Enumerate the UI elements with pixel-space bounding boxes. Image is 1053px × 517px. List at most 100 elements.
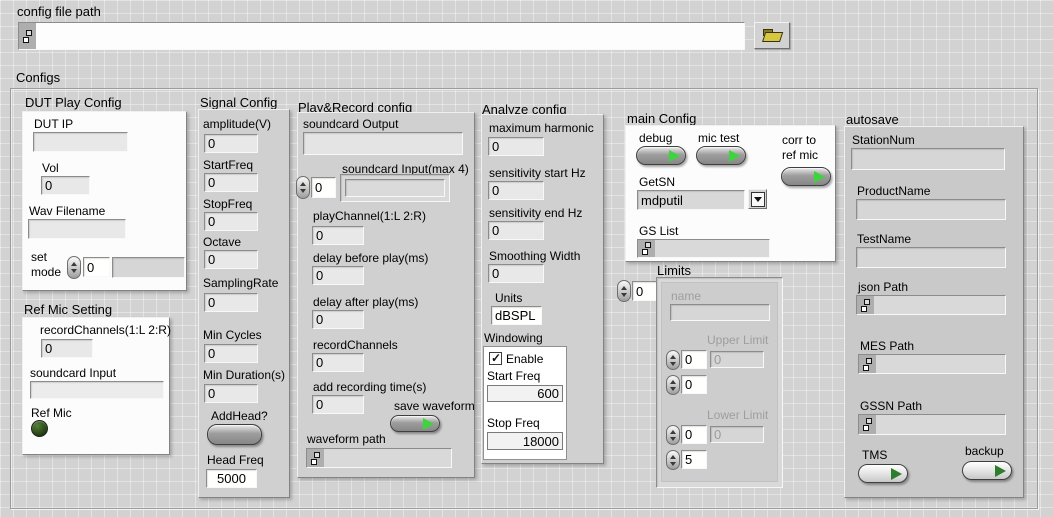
head-freq-input[interactable]: 5000 [206, 469, 257, 488]
startfreq-label: StartFreq [203, 158, 253, 172]
save-waveform-switch[interactable] [390, 415, 440, 432]
set-mode-input[interactable]: 0 [83, 257, 110, 277]
maximum-harmonic-input[interactable]: 0 [488, 137, 544, 156]
amplitude-input[interactable]: 0 [204, 134, 258, 153]
set-mode-label-line1: set [31, 250, 47, 264]
set-mode-label-line2: mode [31, 265, 61, 279]
sensitivity-start-input[interactable]: 0 [488, 181, 544, 200]
recordchannels-input[interactable]: 0 [312, 353, 364, 372]
wav-filename-input[interactable] [28, 219, 126, 239]
dut-play-config-title: DUT Play Config [25, 95, 122, 110]
addhead-button[interactable] [207, 424, 262, 445]
productname-input[interactable] [856, 199, 1006, 220]
mes-path-control [858, 354, 1006, 374]
samplingrate-input[interactable]: 0 [204, 293, 258, 312]
upper-limit-display: 0 [710, 351, 764, 368]
vol-input[interactable]: 0 [41, 176, 90, 195]
head-freq-label: Head Freq [207, 453, 264, 467]
path-icon [861, 299, 870, 312]
soundcard-input-element[interactable] [345, 179, 445, 197]
record-channels-label: recordChannels(1:L 2:R) [40, 323, 171, 337]
green-arrow-icon [814, 171, 825, 183]
debug-switch[interactable] [636, 146, 686, 165]
config-file-path-input[interactable] [36, 23, 744, 49]
mes-path-label: MES Path [860, 339, 914, 353]
min-duration-input[interactable]: 0 [204, 384, 258, 403]
waveform-path-input[interactable] [324, 449, 451, 467]
dut-ip-input[interactable] [33, 132, 128, 152]
samplingrate-label: SamplingRate [203, 276, 278, 290]
corr-to-ref-mic-switch[interactable] [781, 167, 831, 186]
browse-button[interactable] [754, 22, 790, 49]
limits-index-input[interactable]: 0 [632, 281, 658, 301]
upper-limit-spinner-a[interactable] [666, 350, 680, 370]
add-recording-time-input[interactable]: 0 [312, 395, 364, 414]
amplitude-label: amplitude(V) [203, 117, 271, 131]
getsn-label: GetSN [639, 175, 675, 189]
window-start-freq-input[interactable]: 600 [487, 385, 563, 402]
path-type-strip [859, 355, 876, 373]
json-path-input[interactable] [874, 296, 1005, 314]
json-path-label: json Path [858, 280, 908, 294]
lower-limit-label: Lower Limit [707, 408, 768, 422]
getsn-combo[interactable]: mdputil [637, 190, 745, 210]
units-label: Units [495, 291, 522, 305]
soundcard-input-index-spinner[interactable] [296, 176, 310, 199]
stationnum-input[interactable] [851, 148, 1005, 170]
startfreq-input[interactable]: 0 [204, 173, 258, 192]
backup-label: backup [965, 444, 1004, 458]
set-mode-spinner[interactable] [67, 256, 81, 279]
upper-limit-spin-b-value[interactable]: 0 [681, 375, 707, 394]
record-channels-input[interactable]: 0 [41, 339, 93, 358]
testname-input[interactable] [856, 247, 1006, 268]
min-cycles-input[interactable]: 0 [204, 344, 258, 363]
mic-test-switch[interactable] [696, 146, 746, 165]
delay-after-play-input[interactable]: 0 [312, 310, 364, 329]
path-type-strip [307, 449, 324, 467]
limit-name-input [670, 304, 770, 321]
mes-path-input[interactable] [876, 355, 1005, 373]
gssn-path-input[interactable] [876, 415, 1005, 434]
waveform-path-control [306, 448, 452, 468]
lower-limit-display: 0 [710, 426, 764, 443]
green-arrow-icon [995, 465, 1006, 477]
tms-switch[interactable] [858, 464, 908, 483]
lower-limit-spinner-b[interactable] [666, 450, 680, 470]
lower-limit-spin-b-value[interactable]: 5 [681, 450, 707, 469]
upper-limit-spinner-b[interactable] [666, 375, 680, 395]
backup-switch[interactable] [962, 461, 1012, 480]
vol-label: Vol [42, 161, 59, 175]
green-arrow-icon [729, 150, 740, 162]
windowing-label: Windowing [484, 331, 543, 345]
tms-label: TMS [862, 448, 887, 462]
path-type-strip [857, 296, 874, 314]
min-duration-label: Min Duration(s) [203, 368, 285, 382]
playchannel-input[interactable]: 0 [312, 226, 364, 245]
ref-soundcard-input[interactable] [30, 381, 164, 399]
corr-label-line2: ref mic [782, 148, 818, 162]
units-input[interactable]: dBSPL [491, 306, 542, 325]
upper-limit-spin-a-value[interactable]: 0 [681, 350, 707, 369]
path-type-strip [638, 240, 655, 257]
testname-label: TestName [857, 232, 911, 246]
sensitivity-end-input[interactable]: 0 [488, 221, 544, 240]
playchannel-label: playChannel(1:L 2:R) [313, 209, 426, 223]
stopfreq-input[interactable]: 0 [204, 212, 258, 231]
lower-limit-spinner-a[interactable] [666, 425, 680, 445]
octave-input[interactable]: 0 [204, 250, 258, 269]
limits-index-spinner[interactable] [617, 280, 631, 302]
soundcard-output-input[interactable] [303, 132, 463, 155]
stationnum-label: StationNum [852, 133, 915, 147]
delay-before-play-label: delay before play(ms) [313, 251, 428, 265]
lower-limit-spin-a-value[interactable]: 0 [681, 425, 707, 444]
smoothing-width-input[interactable]: 0 [488, 264, 544, 283]
main-config-title: main Config [627, 111, 696, 126]
gs-list-input[interactable] [655, 240, 769, 257]
window-stop-freq-input[interactable]: 18000 [487, 432, 563, 450]
dropdown-arrow-icon [751, 192, 765, 207]
soundcard-input-index[interactable]: 0 [311, 177, 336, 198]
delay-before-play-input[interactable]: 0 [312, 266, 364, 285]
enable-checkbox[interactable] [489, 352, 502, 365]
getsn-dropdown-button[interactable] [748, 189, 767, 209]
green-arrow-icon [669, 150, 680, 162]
